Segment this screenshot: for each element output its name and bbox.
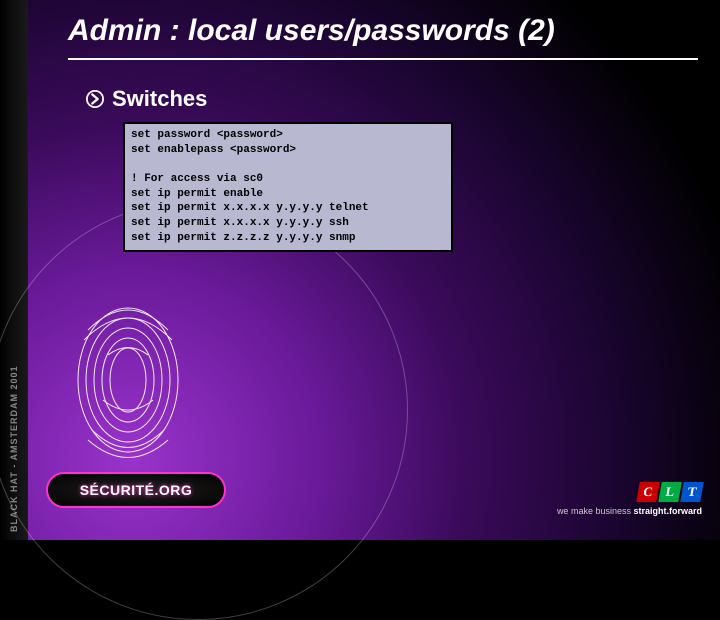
code-line: ! For access via sc0 [131, 172, 445, 187]
code-line: set enablepass <password> [131, 143, 445, 158]
code-blank-line [131, 158, 445, 172]
bullet-label: Switches [112, 86, 207, 112]
clt-c: C [636, 482, 660, 502]
bullet-row: Switches [86, 86, 207, 112]
code-block: set password <password> set enablepass <… [123, 122, 453, 252]
slide-title: Admin : local users/passwords (2) [68, 14, 555, 48]
tagline: we make business straight.forward [557, 506, 702, 516]
clt-badge: C L T [638, 482, 702, 502]
logo: SÉCURITÉ.ORG [46, 468, 246, 512]
slide-body: Admin : local users/passwords (2) Switch… [28, 0, 720, 540]
code-line: set ip permit x.x.x.x y.y.y.y telnet [131, 201, 445, 216]
footer-right: C L T we make business straight.forward [557, 482, 702, 516]
code-line: set ip permit z.z.z.z y.y.y.y snmp [131, 231, 445, 246]
clt-l: L [658, 482, 682, 502]
title-underline [68, 58, 698, 60]
tagline-em: straight.forward [633, 506, 702, 516]
code-line: set ip permit x.x.x.x y.y.y.y ssh [131, 216, 445, 231]
decorative-circle [0, 200, 408, 620]
code-line: set ip permit enable [131, 187, 445, 202]
clt-t: T [680, 482, 704, 502]
tagline-pre: we make business [557, 506, 634, 516]
logo-text: SÉCURITÉ.ORG [46, 472, 226, 508]
chevron-bullet-icon [86, 90, 104, 108]
code-line: set password <password> [131, 128, 445, 143]
